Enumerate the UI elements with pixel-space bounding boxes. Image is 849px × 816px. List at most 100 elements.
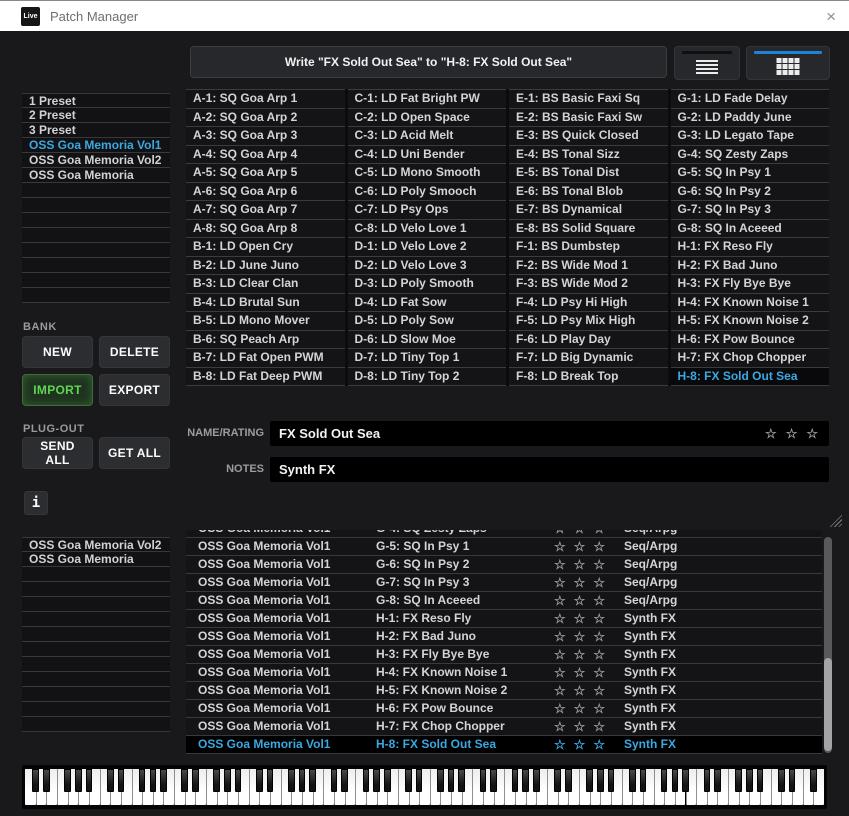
patch-cell[interactable]: A-5: SQ Goa Arp 5 [186, 164, 345, 183]
piano-key-black[interactable] [64, 769, 71, 792]
notes-field[interactable]: Synth FX [270, 457, 829, 482]
close-icon[interactable]: × [826, 8, 836, 25]
patch-table-row[interactable]: OSS Goa Memoria Vol1H-8: FX Sold Out Sea… [186, 736, 822, 754]
patch-cell[interactable]: E-2: BS Basic Faxi Sw [509, 109, 668, 128]
rating-star[interactable]: ☆ [574, 666, 586, 679]
patch-cell[interactable]: D-2: LD Velo Love 3 [348, 257, 507, 276]
piano-key-black[interactable] [608, 769, 615, 792]
rating-star[interactable]: ☆ [574, 738, 586, 751]
patch-table-row[interactable]: OSS Goa Memoria Vol1H-5: FX Known Noise … [186, 682, 822, 700]
piano-key-black[interactable] [416, 769, 423, 792]
rating-star[interactable]: ☆ [554, 558, 566, 571]
rating-star[interactable]: ☆ [593, 666, 605, 679]
piano-key-black[interactable] [309, 769, 316, 792]
patch-cell[interactable]: E-4: BS Tonal Sizz [509, 146, 668, 165]
rating-star[interactable]: ☆ [593, 558, 605, 571]
piano-key-black[interactable] [384, 769, 391, 792]
patch-cell[interactable]: D-4: LD Fat Sow [348, 294, 507, 313]
patch-table-row[interactable]: OSS Goa Memoria Vol1H-1: FX Reso Fly☆☆☆S… [186, 610, 822, 628]
piano-key-black[interactable] [43, 769, 50, 792]
patch-cell[interactable]: H-8: FX Sold Out Sea [671, 368, 830, 387]
rating-star[interactable]: ☆ [593, 702, 605, 715]
rating-star[interactable]: ☆ [554, 540, 566, 553]
rating-star[interactable]: ☆ [765, 427, 777, 440]
rating-star[interactable]: ☆ [574, 540, 586, 553]
piano-key-black[interactable] [704, 769, 711, 792]
patch-cell[interactable]: H-1: FX Reso Fly [671, 238, 830, 257]
patch-table-row[interactable]: OSS Goa Memoria Vol1H-4: FX Known Noise … [186, 664, 822, 682]
patch-cell[interactable]: G-5: SQ In Psy 1 [671, 164, 830, 183]
patch-cell[interactable]: G-2: LD Paddy June [671, 109, 830, 128]
rating-star[interactable]: ☆ [574, 530, 586, 535]
patch-cell[interactable]: E-6: BS Tonal Blob [509, 183, 668, 202]
piano-key-black[interactable] [150, 769, 157, 792]
rating-star[interactable]: ☆ [593, 648, 605, 661]
rating-star[interactable]: ☆ [786, 427, 798, 440]
patch-cell[interactable]: A-8: SQ Goa Arp 8 [186, 220, 345, 239]
rating-star[interactable]: ☆ [554, 630, 566, 643]
patch-cell[interactable]: D-1: LD Velo Love 2 [348, 238, 507, 257]
piano-key-black[interactable] [213, 769, 220, 792]
piano-key-black[interactable] [224, 769, 231, 792]
patch-cell[interactable]: B-8: LD Fat Deep PWM [186, 368, 345, 387]
patch-cell[interactable]: F-7: LD Big Dynamic [509, 349, 668, 368]
rating-star[interactable]: ☆ [593, 684, 605, 697]
list-view-button[interactable] [674, 46, 740, 80]
rating-star[interactable]: ☆ [574, 612, 586, 625]
patch-cell[interactable]: C-5: LD Mono Smooth [348, 164, 507, 183]
patch-table-row[interactable]: OSS Goa Memoria Vol1G-7: SQ In Psy 3☆☆☆S… [186, 574, 822, 592]
piano-key-black[interactable] [331, 769, 338, 792]
piano-key-black[interactable] [181, 769, 188, 792]
patch-cell[interactable]: A-6: SQ Goa Arp 6 [186, 183, 345, 202]
patch-cell[interactable]: E-7: BS Dynamical [509, 201, 668, 220]
piano-key-black[interactable] [363, 769, 370, 792]
rating-star[interactable]: ☆ [554, 666, 566, 679]
piano-key-black[interactable] [757, 769, 764, 792]
patch-cell[interactable]: E-1: BS Basic Faxi Sq [509, 89, 668, 109]
piano-key-black[interactable] [640, 769, 647, 792]
patch-cell[interactable]: F-2: BS Wide Mod 1 [509, 257, 668, 276]
table-scrollbar[interactable] [824, 537, 832, 753]
patch-cell[interactable]: D-7: LD Tiny Top 1 [348, 349, 507, 368]
rating-star[interactable]: ☆ [554, 594, 566, 607]
patch-cell[interactable]: H-2: FX Bad Juno [671, 257, 830, 276]
rating-star[interactable]: ☆ [554, 684, 566, 697]
piano-key-black[interactable] [373, 769, 380, 792]
rating-star[interactable]: ☆ [593, 540, 605, 553]
patch-cell[interactable]: B-5: LD Mono Mover [186, 312, 345, 331]
patch-cell[interactable]: G-7: SQ In Psy 3 [671, 201, 830, 220]
piano-key-black[interactable] [437, 769, 444, 792]
patch-cell[interactable]: F-4: LD Psy Hi High [509, 294, 668, 313]
piano-key-black[interactable] [405, 769, 412, 792]
piano-key-black[interactable] [235, 769, 242, 792]
patch-cell[interactable]: C-3: LD Acid Melt [348, 127, 507, 146]
piano-key-black[interactable] [554, 769, 561, 792]
bank-list-item[interactable]: 1 Preset [22, 93, 170, 108]
piano-key-black[interactable] [714, 769, 721, 792]
patch-cell[interactable]: C-4: LD Uni Bender [348, 146, 507, 165]
piano-key-black[interactable] [192, 769, 199, 792]
patch-table-row[interactable]: OSS Goa Memoria Vol1H-6: FX Pow Bounce☆☆… [186, 700, 822, 718]
patch-cell[interactable]: D-6: LD Slow Moe [348, 331, 507, 350]
patch-table-row[interactable]: OSS Goa Memoria Vol1H-2: FX Bad Juno☆☆☆S… [186, 628, 822, 646]
piano-key-black[interactable] [86, 769, 93, 792]
patch-cell[interactable]: C-8: LD Velo Love 1 [348, 220, 507, 239]
bank-list-item[interactable]: OSS Goa Memoria Vol2 [22, 153, 170, 168]
patch-cell[interactable]: B-3: LD Clear Clan [186, 275, 345, 294]
piano-key-black[interactable] [810, 769, 817, 792]
patch-cell[interactable]: A-1: SQ Goa Arp 1 [186, 89, 345, 109]
bank-list-item[interactable]: OSS Goa Memoria [22, 552, 170, 567]
patch-cell[interactable]: A-3: SQ Goa Arp 3 [186, 127, 345, 146]
get-all-button[interactable]: GET ALL [99, 437, 170, 469]
patch-cell[interactable]: B-4: LD Brutal Sun [186, 294, 345, 313]
patch-cell[interactable]: G-1: LD Fade Delay [671, 89, 830, 109]
piano-key-black[interactable] [682, 769, 689, 792]
delete-bank-button[interactable]: DELETE [99, 336, 170, 368]
piano-key-black[interactable] [597, 769, 604, 792]
piano-key-black[interactable] [480, 769, 487, 792]
piano-key-black[interactable] [746, 769, 753, 792]
patch-cell[interactable]: E-5: BS Tonal Dist [509, 164, 668, 183]
piano-key-black[interactable] [586, 769, 593, 792]
rating-star[interactable]: ☆ [593, 720, 605, 733]
patch-cell[interactable]: C-6: LD Poly Smooch [348, 183, 507, 202]
